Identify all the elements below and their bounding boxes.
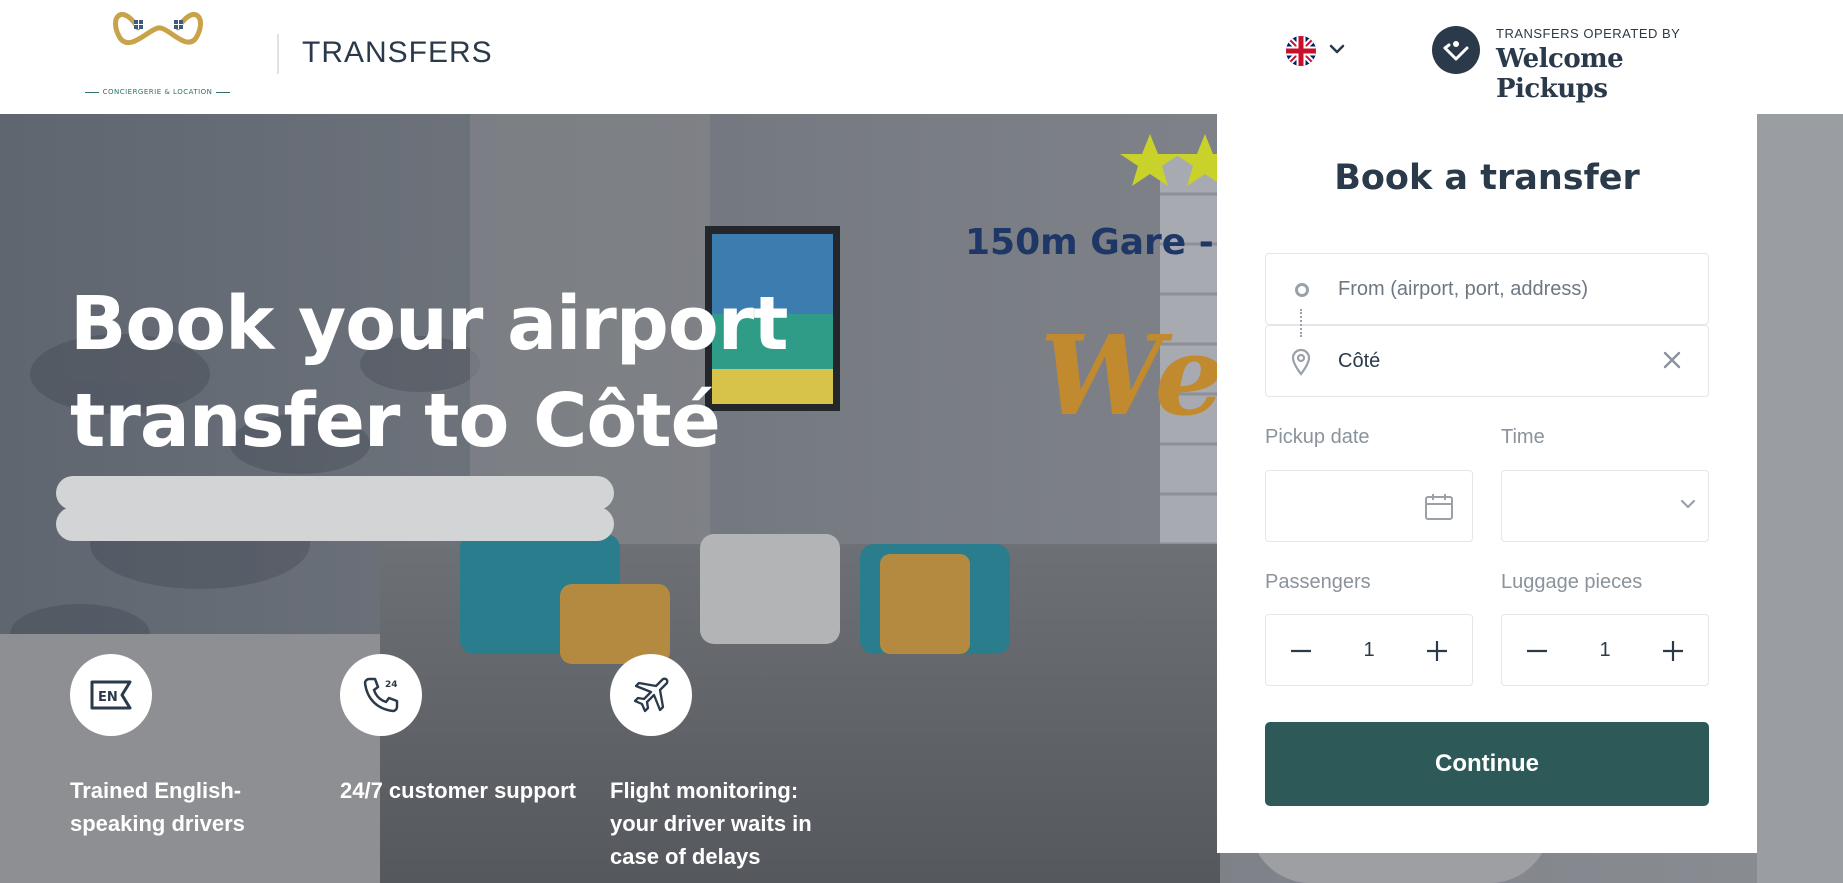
close-icon[interactable] xyxy=(1660,348,1684,372)
calendar-icon xyxy=(1425,494,1453,520)
chevron-down-icon xyxy=(1329,44,1345,54)
feature-english-drivers: EN Trained English-speaking drivers xyxy=(70,654,310,840)
operator-name: Welcome Pickups xyxy=(1496,44,1624,104)
from-placeholder: From (airport, port, address) xyxy=(1338,278,1589,300)
site-header: CONCIERGERIE & LOCATION TRANSFERS TRANSF xyxy=(0,0,1843,114)
passengers-stepper[interactable]: 1 xyxy=(1265,614,1473,686)
header-divider xyxy=(277,34,279,74)
booking-title: Book a transfer xyxy=(1334,158,1640,198)
hero-title: Book your airport transfer to Côté xyxy=(70,281,789,464)
route-connector xyxy=(1300,309,1302,337)
plus-icon[interactable] xyxy=(1660,639,1686,663)
airplane-icon xyxy=(610,654,692,736)
passengers-label: Passengers xyxy=(1265,571,1371,593)
luggage-stepper[interactable]: 1 xyxy=(1501,614,1709,686)
operated-by-badge[interactable]: TRANSFERS OPERATED BY Welcome Pickups xyxy=(1432,24,1732,104)
feature-text: Trained English-speaking drivers xyxy=(70,778,245,836)
language-selector[interactable] xyxy=(1286,34,1356,68)
feature-customer-support: 24 24/7 customer support xyxy=(340,654,580,807)
feature-text: 24/7 customer support xyxy=(340,778,576,803)
uk-flag-icon xyxy=(1286,36,1316,66)
continue-button[interactable]: Continue xyxy=(1265,722,1709,806)
luggage-label: Luggage pieces xyxy=(1501,571,1643,593)
time-label: Time xyxy=(1501,426,1545,448)
booking-card: Book a transfer From (airport, port, add… xyxy=(1217,114,1757,853)
location-pin-icon xyxy=(1291,348,1311,376)
pickup-date-input[interactable] xyxy=(1265,470,1473,542)
phone-24-icon: 24 xyxy=(340,654,422,736)
infinity-logo-icon xyxy=(113,12,203,46)
to-value: Côté xyxy=(1338,350,1381,372)
welcome-pickups-logo-icon xyxy=(1432,26,1480,74)
svg-text:150m Gare - 8: 150m Gare - 8 xyxy=(965,222,1251,263)
svg-text:24: 24 xyxy=(385,680,398,690)
logo-tagline: CONCIERGERIE & LOCATION xyxy=(70,88,245,96)
english-badge-icon: EN xyxy=(70,654,152,736)
pickup-date-label: Pickup date xyxy=(1265,426,1370,448)
time-select[interactable] xyxy=(1501,470,1709,542)
brand-title: TRANSFERS xyxy=(302,36,493,69)
hero-subtitle-placeholder xyxy=(56,476,614,510)
operated-by-label: TRANSFERS OPERATED BY xyxy=(1496,26,1681,41)
origin-dot-icon xyxy=(1295,283,1309,297)
to-location-input[interactable]: Côté xyxy=(1265,325,1709,397)
feature-text: Flight monitoring: your driver waits in … xyxy=(610,778,812,869)
plus-icon[interactable] xyxy=(1424,639,1450,663)
feature-flight-monitoring: Flight monitoring: your driver waits in … xyxy=(610,654,850,873)
svg-text:EN: EN xyxy=(98,690,118,705)
from-location-input[interactable]: From (airport, port, address) xyxy=(1265,253,1709,325)
conciergerie-logo[interactable]: CONCIERGERIE & LOCATION xyxy=(70,0,245,108)
hero-subtitle-placeholder xyxy=(56,507,614,541)
chevron-down-icon xyxy=(1680,499,1696,509)
